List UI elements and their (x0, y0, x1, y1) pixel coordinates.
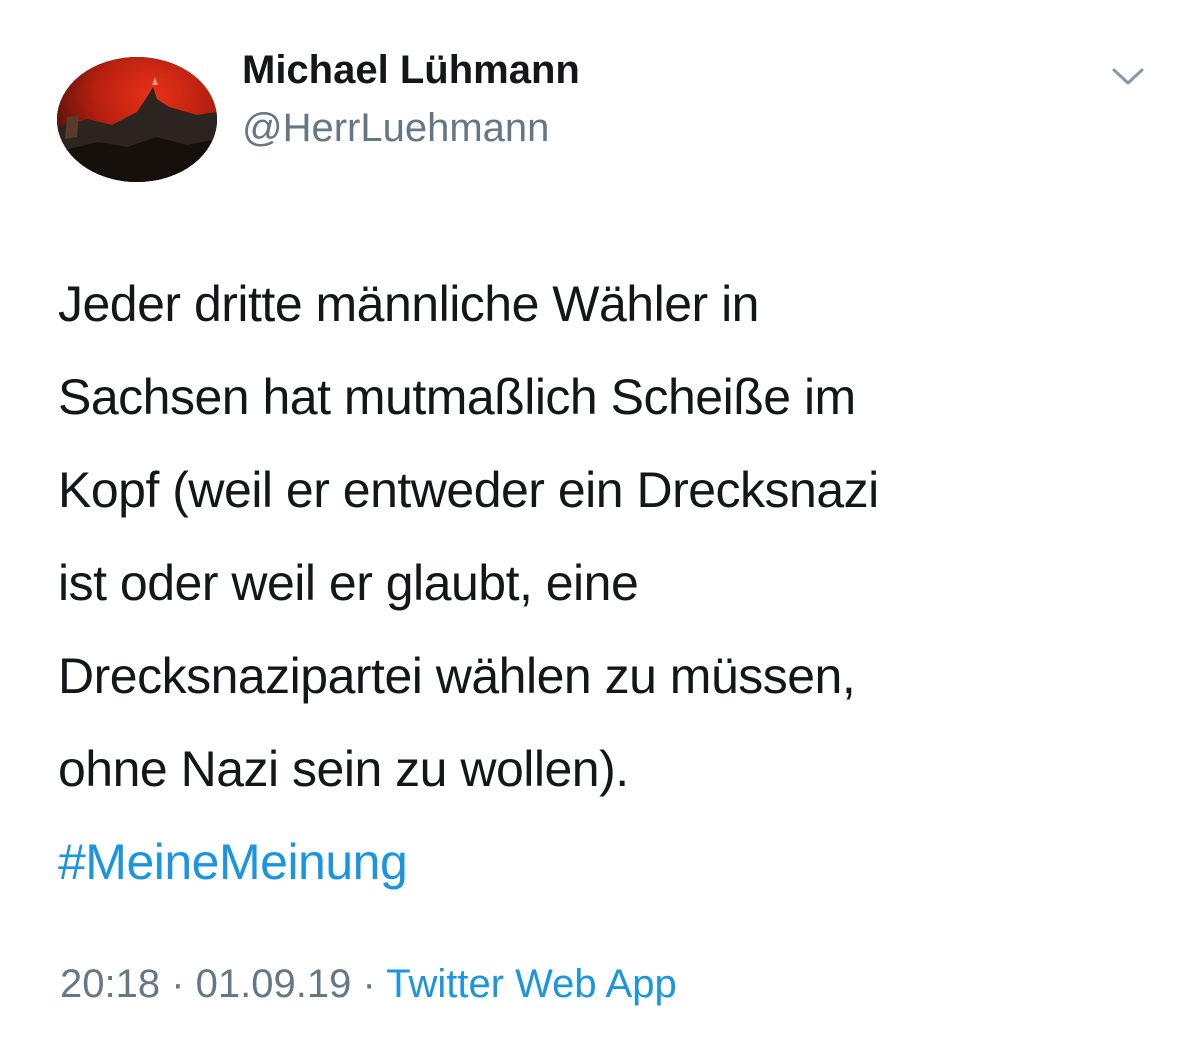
tweet-meta: 20:18 · 01.09.19 · Twitter Web App (60, 962, 677, 1007)
avatar-photo-icon (57, 57, 217, 182)
meta-separator: · (171, 962, 196, 1006)
tweet-text-line: Drecksnazipartei wählen zu müssen, (58, 648, 856, 704)
avatar[interactable] (57, 57, 217, 182)
tweet-card: Michael Lühmann @HerrLuehmann Jeder drit… (0, 0, 1200, 1053)
tweet-text-line: Jeder dritte männliche Wähler in (58, 276, 760, 332)
tweet-text-line: Sachsen hat mutmaßlich Scheiße im (58, 369, 856, 425)
tweet-text-line: ohne Nazi sein zu wollen). (58, 741, 629, 797)
tweet-date[interactable]: 01.09.19 (196, 962, 352, 1006)
author-handle[interactable]: @HerrLuehmann (242, 106, 549, 151)
tweet-source-link[interactable]: Twitter Web App (386, 962, 677, 1006)
tweet-menu-button[interactable] (1110, 62, 1146, 90)
hashtag-link[interactable]: #MeineMeinung (58, 816, 408, 909)
chevron-down-icon (1112, 68, 1144, 85)
tweet-time[interactable]: 20:18 (60, 962, 160, 1006)
tweet-text-line: Kopf (weil er entweder ein Drecksnazi (58, 462, 879, 518)
meta-separator: · (362, 962, 387, 1006)
author-name[interactable]: Michael Lühmann (242, 48, 580, 93)
tweet-text: Jeder dritte männliche Wähler in Sachsen… (58, 258, 1158, 909)
tweet-text-line: ist oder weil er glaubt, eine (58, 555, 639, 611)
